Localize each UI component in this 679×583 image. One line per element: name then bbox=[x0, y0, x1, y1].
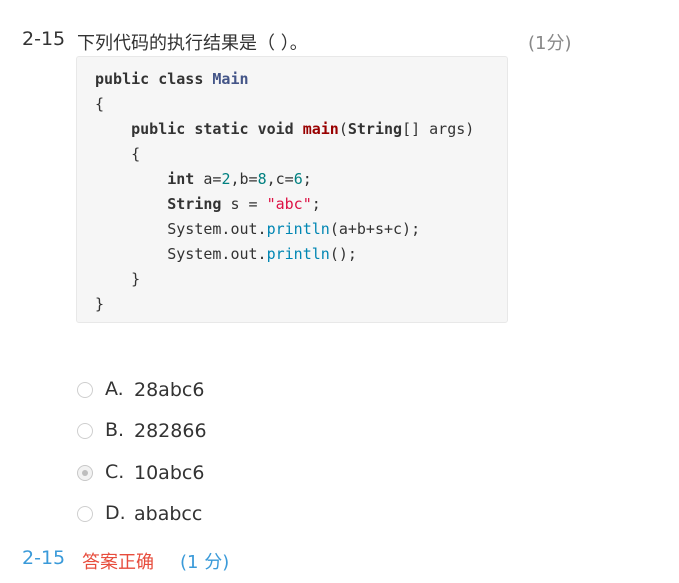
option-b[interactable]: B. 282866 bbox=[76, 417, 376, 447]
result-line: 2-15 答案正确 (1 分) bbox=[0, 547, 679, 573]
option-letter: D. bbox=[105, 502, 126, 524]
radio-icon[interactable] bbox=[77, 506, 93, 522]
code-text: public class Main { public static void m… bbox=[95, 70, 475, 313]
question-text: 下列代码的执行结果是（ ）。 bbox=[77, 33, 308, 54]
question-header: 2-15 下列代码的执行结果是（ ）。 (1分) bbox=[0, 28, 679, 56]
option-c[interactable]: C. 10abc6 bbox=[76, 459, 376, 489]
option-d[interactable]: D. ababcc bbox=[76, 500, 376, 530]
option-letter: B. bbox=[105, 419, 125, 441]
option-text: 10abc6 bbox=[134, 462, 205, 484]
result-question-number: 2-15 bbox=[22, 547, 66, 569]
radio-checked-icon[interactable] bbox=[77, 465, 93, 481]
option-text: ababcc bbox=[134, 503, 203, 525]
result-status: 答案正确 bbox=[82, 552, 154, 573]
option-letter: C. bbox=[105, 461, 125, 483]
result-score: (1 分) bbox=[180, 552, 230, 573]
radio-icon[interactable] bbox=[77, 382, 93, 398]
radio-icon[interactable] bbox=[77, 423, 93, 439]
code-block: public class Main { public static void m… bbox=[76, 56, 508, 323]
option-letter: A. bbox=[105, 378, 124, 400]
option-text: 282866 bbox=[134, 420, 207, 442]
question-score: (1分) bbox=[528, 33, 572, 54]
option-a[interactable]: A. 28abc6 bbox=[76, 376, 376, 406]
question-number: 2-15 bbox=[22, 28, 66, 50]
option-text: 28abc6 bbox=[134, 379, 205, 401]
